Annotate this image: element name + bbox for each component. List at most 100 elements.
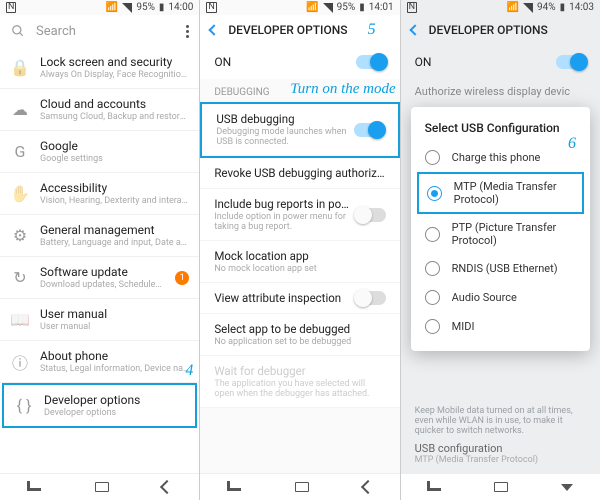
cloud-icon: ☁ — [10, 100, 30, 120]
status-bar: N 📶 95% ▮ 14:01 — [200, 0, 399, 15]
radio-icon — [425, 150, 440, 165]
row-view-attr[interactable]: View attribute inspection — [200, 283, 399, 314]
highlight-mtp: MTP (Media Transfer Protocol) — [417, 172, 584, 214]
nav-back-icon[interactable] — [361, 480, 375, 494]
nfc-icon: N — [206, 2, 216, 13]
gear-icon: ⚙ — [10, 226, 30, 246]
wifi-icon: 📶 — [306, 2, 318, 13]
row-mock-location[interactable]: Mock location app No mock location app s… — [200, 241, 399, 283]
lock-icon: 🔒 — [10, 58, 30, 78]
nav-recent-icon[interactable] — [27, 481, 41, 491]
signal-icon — [323, 3, 333, 13]
settings-item-lockscreen[interactable]: 🔒 Lock screen and security Always On Dis… — [0, 47, 199, 89]
toggle-on[interactable] — [556, 55, 586, 69]
nav-down-icon[interactable] — [561, 484, 573, 491]
page-title: DEVELOPER OPTIONS — [228, 23, 347, 37]
highlight-usb-debugging: USB debugging Debugging mode launches wh… — [200, 102, 399, 158]
info-icon: ⓘ — [10, 352, 30, 372]
overflow-menu-icon[interactable] — [186, 25, 189, 38]
radio-icon — [425, 290, 440, 305]
row-revoke-auth[interactable]: Revoke USB debugging authorizations — [200, 158, 399, 189]
wifi-icon: 📶 — [106, 2, 118, 13]
row-bug-reports[interactable]: Include bug reports in power me.. Includ… — [200, 189, 399, 241]
dimmed-background: Authorize wireless display devic Select … — [401, 79, 600, 473]
option-mtp[interactable]: MTP (Media Transfer Protocol) — [419, 174, 582, 212]
battery-pct: 95% — [337, 2, 356, 13]
settings-list[interactable]: 🔒 Lock screen and security Always On Dis… — [0, 47, 199, 473]
back-icon[interactable] — [209, 24, 220, 35]
usb-config-modal: Select USB Configuration 6 Charge this p… — [411, 107, 590, 351]
signal-icon — [523, 3, 533, 13]
nav-home-icon[interactable] — [95, 482, 109, 492]
modal-title: Select USB Configuration — [411, 119, 590, 143]
nav-bar — [0, 473, 199, 500]
nav-recent-icon[interactable] — [427, 481, 441, 491]
nav-bar — [401, 473, 600, 500]
dimmed-below: Keep Mobile data turned on at all times,… — [415, 406, 586, 465]
option-ptp[interactable]: PTP (Picture Transfer Protocol) — [411, 214, 590, 254]
row-usb-debugging[interactable]: USB debugging Debugging mode launches wh… — [202, 104, 397, 156]
battery-pct: 95% — [136, 2, 155, 13]
search-placeholder: Search — [36, 24, 76, 39]
option-midi[interactable]: MIDI — [411, 312, 590, 341]
nfc-icon: N — [6, 2, 16, 13]
toggle-usb-debugging[interactable] — [354, 123, 384, 137]
option-audio[interactable]: Audio Source — [411, 283, 590, 312]
update-badge: 1 — [175, 271, 189, 285]
title-bar: DEVELOPER OPTIONS — [401, 15, 600, 45]
book-icon: 📖 — [10, 310, 30, 330]
settings-item-manual[interactable]: 📖 User manual User manual — [0, 299, 199, 341]
page-title: DEVELOPER OPTIONS — [429, 23, 548, 37]
option-charge[interactable]: Charge this phone — [411, 143, 590, 172]
signal-icon — [122, 3, 132, 13]
row-select-debug-app[interactable]: Select app to be debugged No application… — [200, 314, 399, 356]
settings-item-accessibility[interactable]: ✋ Accessibility Vision, Hearing, Dexteri… — [0, 173, 199, 215]
settings-item-software-update[interactable]: ↻ Software update Download updates, Sche… — [0, 257, 199, 299]
battery-icon: ▮ — [359, 2, 365, 13]
settings-item-google[interactable]: G Google Google settings — [0, 131, 199, 173]
nav-recent-icon[interactable] — [227, 481, 241, 491]
clock: 14:00 — [168, 2, 193, 13]
search-icon — [10, 23, 26, 39]
radio-icon — [425, 227, 440, 242]
settings-item-general[interactable]: ⚙ General management Battery, Language a… — [0, 215, 199, 257]
annotation-turn-on: Turn on the mode — [290, 81, 395, 98]
nav-home-icon[interactable] — [295, 482, 309, 492]
settings-item-developer-options[interactable]: { } Developer options Developer options — [4, 385, 195, 426]
highlight-developer-options: { } Developer options Developer options — [2, 383, 197, 428]
toggle-view-attr[interactable] — [356, 291, 386, 305]
nav-bar — [200, 473, 399, 500]
settings-item-cloud[interactable]: ☁ Cloud and accounts Samsung Cloud, Back… — [0, 89, 199, 131]
radio-icon — [427, 186, 442, 201]
toggle-bug-reports[interactable] — [356, 208, 386, 222]
status-bar: N 📶 94% ▮ 14:03 — [401, 0, 600, 15]
master-toggle-row[interactable]: ON — [200, 45, 399, 79]
nav-back-icon[interactable] — [160, 480, 174, 494]
google-icon: G — [10, 142, 30, 162]
nav-home-icon[interactable] — [494, 482, 508, 492]
wifi-icon: 📶 — [507, 2, 519, 13]
status-bar: N 📶 95% ▮ 14:00 — [0, 0, 199, 15]
annotation-4: 4 — [185, 362, 193, 380]
on-label: ON — [415, 55, 432, 69]
screen-settings: N 📶 95% ▮ 14:00 Search 🔒 Lock screen and… — [0, 0, 199, 500]
screen-developer-options: N 📶 95% ▮ 14:01 DEVELOPER OPTIONS 5 ON D… — [200, 0, 399, 500]
on-label: ON — [214, 55, 231, 69]
accessibility-icon: ✋ — [10, 184, 30, 204]
annotation-6: 6 — [568, 135, 576, 153]
code-icon: { } — [14, 396, 34, 416]
search-bar[interactable]: Search — [0, 15, 199, 47]
back-icon[interactable] — [409, 24, 420, 35]
settings-item-about[interactable]: ⓘ About phone Status, Legal information,… — [0, 341, 199, 383]
screen-usb-config: N 📶 94% ▮ 14:03 DEVELOPER OPTIONS ON Aut… — [401, 0, 600, 500]
option-rndis[interactable]: RNDIS (USB Ethernet) — [411, 254, 590, 283]
annotation-5: 5 — [368, 21, 376, 39]
battery-pct: 94% — [537, 2, 556, 13]
clock: 14:03 — [569, 2, 594, 13]
toggle-on[interactable] — [356, 55, 386, 69]
battery-icon: ▮ — [159, 2, 165, 13]
master-toggle-row[interactable]: ON — [401, 45, 600, 79]
title-bar: DEVELOPER OPTIONS 5 — [200, 15, 399, 45]
row-wait-debugger: Wait for debugger The application you ha… — [200, 356, 399, 408]
clock: 14:01 — [369, 2, 394, 13]
